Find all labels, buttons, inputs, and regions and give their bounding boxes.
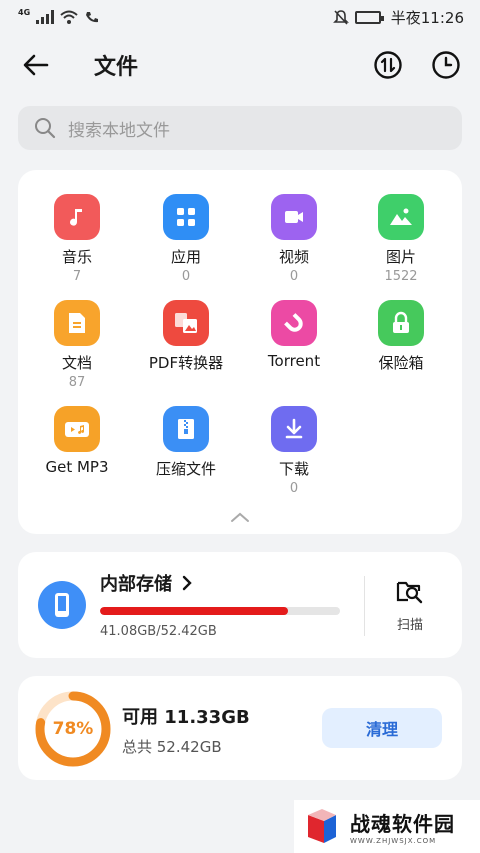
apps-icon [163, 194, 209, 240]
category-label: 视频 [278, 248, 309, 266]
category-downloads[interactable]: 下载 0 [239, 406, 349, 496]
usage-percent: 78% [52, 719, 94, 739]
category-label: 保险箱 [378, 354, 424, 372]
lock-icon [378, 300, 424, 346]
scan-button[interactable]: 扫描 [380, 578, 440, 633]
network-type: 4G [18, 7, 31, 17]
category-pdf-converter[interactable]: PDF转换器 [131, 300, 241, 373]
category-label: 应用 [170, 248, 201, 266]
back-button[interactable] [20, 49, 52, 81]
category-count: 0 [181, 269, 191, 284]
download-icon [271, 406, 317, 452]
total-space: 总共 52.42GB [122, 738, 222, 756]
category-get-mp3[interactable]: Get MP3 [22, 406, 132, 476]
category-label: Torrent [267, 352, 321, 370]
divider [364, 576, 365, 636]
clock-icon [432, 51, 460, 79]
category-count: 87 [68, 375, 86, 390]
available-space-card: 78% 可用 11.33GB 总共 52.42GB 清理 [18, 676, 462, 780]
scan-label: 扫描 [396, 618, 423, 633]
category-music[interactable]: 音乐 7 [22, 194, 132, 284]
storage-size: 41.08GB/52.42GB [100, 624, 217, 639]
battery-icon [354, 10, 384, 24]
watermark-url: WWW.ZHJWSJX.COM [350, 837, 437, 845]
category-count: 7 [72, 269, 82, 284]
magnet-icon [271, 300, 317, 346]
search-placeholder: 搜索本地文件 [68, 120, 170, 141]
status-time: 半夜11:26 [390, 8, 464, 27]
pdf-convert-icon [163, 300, 209, 346]
category-video[interactable]: 视频 0 [239, 194, 349, 284]
watermark-name: 战魂软件园 [350, 812, 455, 836]
page-title: 文件 [94, 55, 139, 80]
category-label: PDF转换器 [148, 354, 224, 372]
search-input[interactable]: 搜索本地文件 [18, 106, 462, 150]
storage-title: 内部存储 [100, 574, 172, 595]
signal-icon [36, 10, 55, 24]
category-count: 0 [289, 269, 299, 284]
chevron-right-icon [182, 575, 192, 591]
mute-icon [332, 10, 349, 25]
category-card: 音乐 7 应用 0 视频 0 图片 1522 文档 87 PDF转换器 Torr… [18, 170, 462, 534]
wifi-icon [60, 10, 78, 24]
arrow-left-icon [23, 54, 49, 76]
chevron-up-icon [231, 512, 249, 522]
music-icon [54, 194, 100, 240]
category-label: 文档 [61, 354, 92, 372]
clean-button[interactable]: 清理 [322, 708, 442, 748]
mp3-icon [54, 406, 100, 452]
sort-icon [374, 51, 402, 79]
phone-icon [38, 581, 86, 629]
status-bar: 4G 半夜11:26 [0, 0, 480, 34]
category-count: 1522 [384, 269, 418, 284]
document-icon [54, 300, 100, 346]
category-label: 音乐 [61, 248, 92, 266]
scan-folder-icon [396, 581, 423, 604]
sort-button[interactable] [370, 47, 406, 83]
category-safe-box[interactable]: 保险箱 [346, 300, 456, 373]
category-count: 0 [289, 481, 299, 496]
storage-progress-bar [100, 607, 340, 615]
internal-storage-card[interactable]: 内部存储 41.08GB/52.42GB 扫描 [18, 552, 462, 658]
video-icon [271, 194, 317, 240]
search-icon [35, 118, 56, 139]
category-images[interactable]: 图片 1522 [346, 194, 456, 284]
app-header: 文件 [0, 42, 480, 88]
collapse-button[interactable] [230, 508, 250, 527]
recent-button[interactable] [428, 47, 464, 83]
category-torrent[interactable]: Torrent [239, 300, 349, 370]
logo-icon [308, 808, 336, 843]
category-label: 下载 [278, 460, 309, 478]
category-apps[interactable]: 应用 0 [131, 194, 241, 284]
zip-icon [163, 406, 209, 452]
category-documents[interactable]: 文档 87 [22, 300, 132, 390]
category-label: 压缩文件 [155, 460, 216, 478]
category-label: 图片 [385, 248, 416, 266]
category-label: Get MP3 [45, 458, 109, 476]
image-icon [378, 194, 424, 240]
storage-progress-fill [100, 607, 289, 615]
storage-title-row[interactable]: 内部存储 [100, 570, 192, 596]
watermark-logo: 战魂软件园 WWW.ZHJWSJX.COM [294, 800, 480, 853]
call-icon [86, 12, 99, 23]
category-compressed[interactable]: 压缩文件 [131, 406, 241, 479]
available-space: 可用 11.33GB [122, 707, 250, 728]
